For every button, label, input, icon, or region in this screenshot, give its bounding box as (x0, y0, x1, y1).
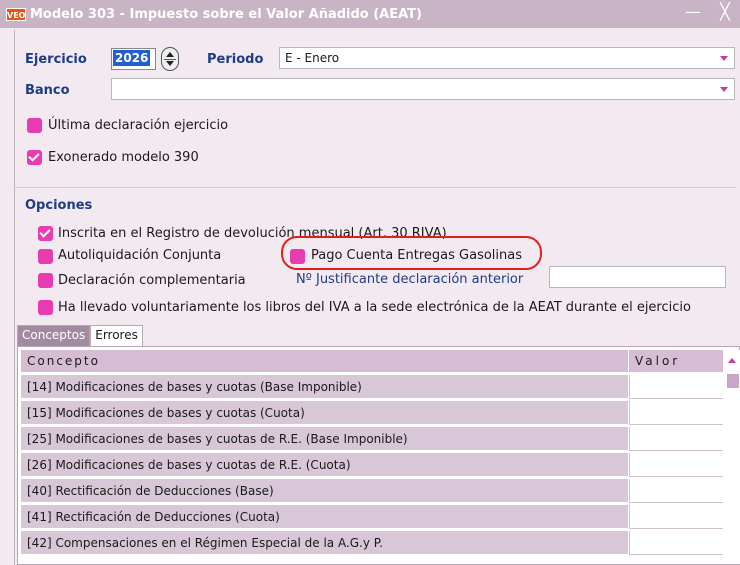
chevron-down-icon[interactable] (720, 56, 728, 61)
conceptos-grid: Concepto Valor [14] Modificaciones de ba… (17, 346, 740, 565)
inscrita-checkbox[interactable] (38, 226, 53, 241)
scroll-thumb[interactable] (727, 374, 739, 388)
table-row[interactable]: [41] Rectificación de Deducciones (Cuota… (21, 505, 723, 529)
concepto-cell: [15] Modificaciones de bases y cuotas (C… (21, 401, 629, 425)
spin-up-icon[interactable] (166, 52, 174, 57)
vertical-scrollbar[interactable] (725, 350, 740, 564)
periodo-label: Periodo (207, 52, 264, 67)
table-row[interactable]: [14] Modificaciones de bases y cuotas (B… (21, 375, 723, 399)
concepto-cell: [42] Compensaciones en el Régimen Especi… (21, 531, 629, 555)
autoliquidacion-checkbox[interactable] (38, 249, 53, 264)
valor-cell[interactable] (629, 375, 723, 399)
minimize-button[interactable]: — (683, 3, 703, 23)
periodo-value: E - Enero (285, 51, 340, 65)
ejercicio-value: 2026 (113, 50, 151, 66)
divider (14, 187, 736, 188)
window-title: Modelo 303 - Impuesto sobre el Valor Aña… (30, 6, 422, 22)
column-header-valor[interactable]: Valor (629, 350, 723, 372)
table-row[interactable]: [15] Modificaciones de bases y cuotas (C… (21, 401, 723, 425)
complementaria-label: Declaración complementaria (58, 273, 246, 288)
table-row[interactable]: [25] Modificaciones de bases y cuotas de… (21, 427, 723, 451)
highlight-ellipse (281, 236, 542, 270)
app-logo: VEO (6, 7, 26, 21)
banco-select[interactable] (111, 78, 735, 100)
tab-conceptos[interactable]: Conceptos (17, 325, 91, 346)
ultima-declaracion-label: Última declaración ejercicio (48, 118, 229, 133)
ejercicio-input[interactable]: 2026 (111, 48, 156, 70)
valor-cell[interactable] (629, 401, 723, 425)
valor-cell[interactable] (629, 479, 723, 503)
valor-cell[interactable] (629, 531, 723, 555)
column-header-concepto[interactable]: Concepto (21, 350, 629, 372)
grid-header: Concepto Valor (21, 350, 723, 372)
concepto-cell: [41] Rectificación de Deducciones (Cuota… (21, 505, 629, 529)
autoliquidacion-label: Autoliquidación Conjunta (58, 248, 222, 263)
concepto-cell: [40] Rectificación de Deducciones (Base) (21, 479, 629, 503)
justificante-label: Nº Justificante declaración anterior (296, 272, 524, 287)
concepto-cell: [25] Modificaciones de bases y cuotas de… (21, 427, 629, 451)
exonerado-label: Exonerado modelo 390 (48, 150, 199, 165)
table-row[interactable]: [42] Compensaciones en el Régimen Especi… (21, 531, 723, 555)
ultima-declaracion-checkbox[interactable] (27, 118, 42, 133)
valor-cell[interactable] (629, 427, 723, 451)
table-row[interactable]: [26] Modificaciones de bases y cuotas de… (21, 453, 723, 477)
close-button[interactable]: ╳ (715, 3, 735, 23)
scroll-up-icon[interactable] (728, 358, 736, 363)
tab-errores[interactable]: Errores (90, 325, 143, 346)
banco-label: Banco (25, 83, 70, 98)
ejercicio-spinner[interactable] (161, 47, 179, 71)
concepto-cell: [26] Modificaciones de bases y cuotas de… (21, 453, 629, 477)
spin-divider (164, 59, 176, 60)
valor-cell[interactable] (629, 505, 723, 529)
libros-iva-checkbox[interactable] (38, 300, 53, 315)
table-row[interactable]: [40] Rectificación de Deducciones (Base) (21, 479, 723, 503)
periodo-select[interactable]: E - Enero (279, 47, 735, 69)
complementaria-checkbox[interactable] (38, 273, 53, 288)
concepto-cell: [14] Modificaciones de bases y cuotas (B… (21, 375, 629, 399)
title-bar: VEO Modelo 303 - Impuesto sobre el Valor… (0, 0, 740, 28)
ejercicio-label: Ejercicio (25, 52, 87, 67)
exonerado-checkbox[interactable] (27, 150, 42, 165)
chevron-down-icon[interactable] (720, 87, 728, 92)
justificante-input[interactable] (549, 266, 726, 288)
tab-bar: Conceptos Errores (17, 325, 143, 346)
libros-iva-label: Ha llevado voluntariamente los libros de… (58, 300, 691, 315)
valor-cell[interactable] (629, 453, 723, 477)
spin-down-icon[interactable] (166, 61, 174, 66)
opciones-title: Opciones (25, 198, 93, 213)
